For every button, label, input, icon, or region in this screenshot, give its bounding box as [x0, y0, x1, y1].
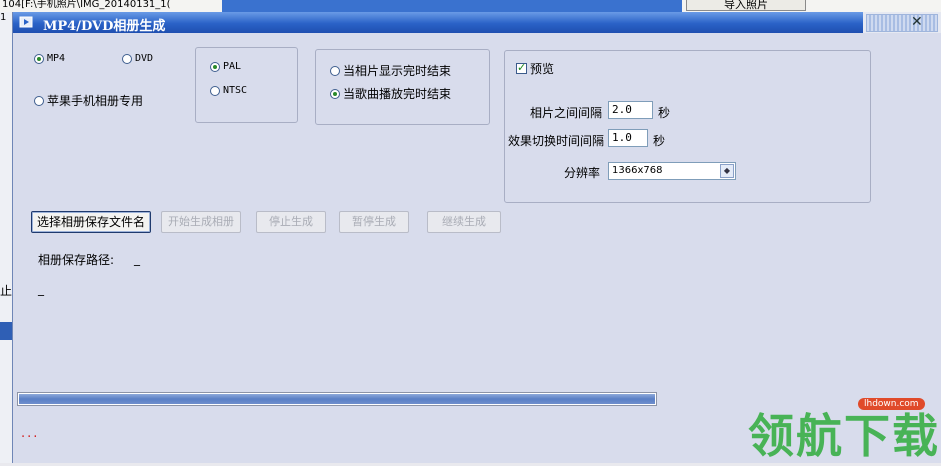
- watermark-url: lhdown.com: [858, 398, 925, 410]
- album-generation-dialog: MP4/DVD相册生成 ✕ MP4 DVD 苹果手机相册专用 PAL NTSC …: [12, 12, 941, 463]
- transition-interval-unit: 秒: [653, 134, 666, 148]
- progress-fill: [19, 394, 655, 404]
- preview-label: 预览: [530, 62, 555, 76]
- background-selection-stripe: [0, 322, 12, 340]
- choose-save-file-button[interactable]: 选择相册保存文件名: [31, 211, 151, 233]
- format-mp4-radio[interactable]: MP4: [34, 53, 65, 64]
- end-music-radio[interactable]: 当歌曲播放完时结束: [330, 85, 451, 102]
- radio-selected-icon: [210, 61, 220, 72]
- radio-icon: [122, 53, 132, 64]
- dialog-titlebar[interactable]: MP4/DVD相册生成 ✕: [13, 12, 941, 34]
- background-window-left: [0, 12, 12, 463]
- close-icon[interactable]: ✕: [911, 15, 923, 29]
- titlebar-grip[interactable]: [866, 14, 938, 32]
- secondary-status-line: _: [38, 282, 44, 296]
- app-icon: [19, 16, 33, 28]
- background-titlebar: [222, 0, 682, 12]
- format-mp4-label: MP4: [47, 53, 66, 64]
- transition-interval-label: 效果切换时间间隔: [508, 134, 605, 148]
- save-path-value: _: [134, 252, 140, 266]
- radio-selected-icon: [34, 53, 44, 64]
- ntsc-radio[interactable]: NTSC: [210, 85, 247, 96]
- generation-progress-bar: [17, 392, 657, 406]
- start-generate-button[interactable]: 开始生成相册: [161, 211, 241, 233]
- import-photos-button[interactable]: 导入照片: [686, 0, 806, 11]
- pause-generate-button[interactable]: 暂停生成: [339, 211, 409, 233]
- background-path-text: 104[F:\手机照片\IMG_20140131_1(: [2, 0, 171, 10]
- radio-selected-icon: [330, 88, 340, 99]
- format-dvd-radio[interactable]: DVD: [122, 53, 153, 64]
- photo-interval-label: 相片之间间隔: [530, 106, 603, 120]
- end-photos-label: 当相片显示完时结束: [343, 64, 452, 78]
- settings-group: [504, 50, 871, 203]
- checkbox-checked-icon: [516, 61, 527, 74]
- ntsc-label: NTSC: [223, 85, 248, 96]
- resume-generate-button[interactable]: 继续生成: [427, 211, 501, 233]
- save-path-label: 相册保存路径:: [38, 253, 115, 267]
- radio-icon: [34, 95, 44, 106]
- background-left-number: 1: [0, 12, 7, 23]
- format-apple-radio[interactable]: 苹果手机相册专用: [34, 92, 143, 109]
- resolution-select[interactable]: 1366x768 ◆: [608, 162, 736, 180]
- transition-interval-input[interactable]: 1.0: [608, 129, 648, 147]
- end-photos-radio[interactable]: 当相片显示完时结束: [330, 62, 451, 79]
- radio-icon: [210, 85, 220, 96]
- pal-radio[interactable]: PAL: [210, 61, 241, 72]
- end-music-label: 当歌曲播放完时结束: [343, 87, 452, 101]
- dropdown-arrow-icon[interactable]: ◆: [720, 164, 734, 178]
- radio-icon: [330, 65, 340, 76]
- format-apple-label: 苹果手机相册专用: [47, 94, 144, 108]
- format-dvd-label: DVD: [135, 53, 154, 64]
- status-text: ...: [21, 426, 40, 441]
- resolution-value: 1366x768: [612, 165, 663, 176]
- background-left-fragment: 止: [0, 284, 13, 298]
- dialog-title: MP4/DVD相册生成: [43, 19, 166, 34]
- resolution-label: 分辨率: [564, 166, 601, 180]
- preview-checkbox[interactable]: 预览: [516, 60, 554, 77]
- stop-generate-button[interactable]: 停止生成: [256, 211, 326, 233]
- photo-interval-unit: 秒: [658, 106, 671, 120]
- photo-interval-input[interactable]: 2.0: [608, 101, 653, 119]
- pal-label: PAL: [223, 61, 242, 72]
